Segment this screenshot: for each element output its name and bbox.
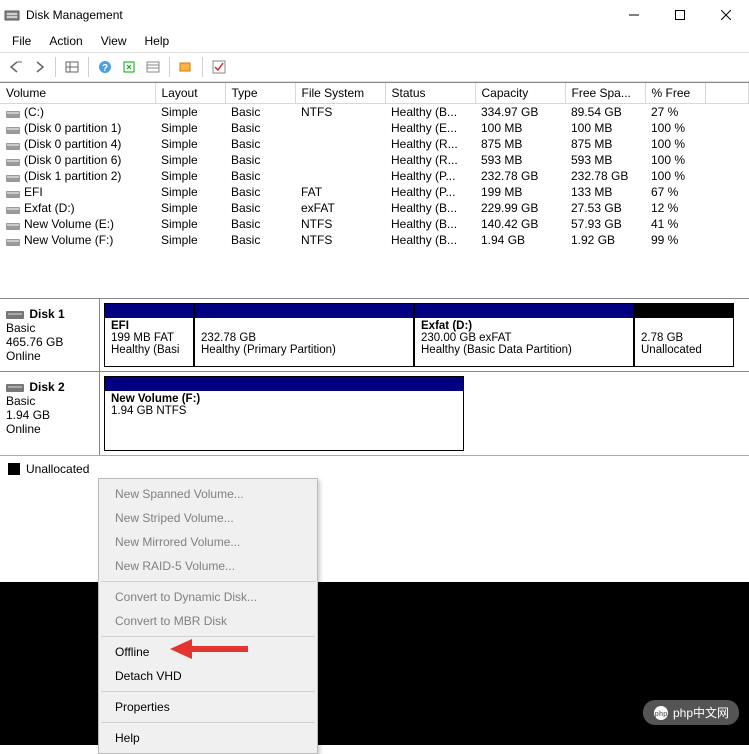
context-menu: New Spanned Volume... New Striped Volume… <box>98 478 318 754</box>
table-row[interactable]: New Volume (F:)SimpleBasicNTFSHealthy (B… <box>0 232 749 248</box>
checkbox-icon[interactable] <box>208 56 230 78</box>
table-row[interactable]: (Disk 0 partition 6)SimpleBasicHealthy (… <box>0 152 749 168</box>
ctx-convert-mbr: Convert to MBR Disk <box>99 609 317 633</box>
partition[interactable]: New Volume (F:) 1.94 GB NTFS <box>104 376 464 451</box>
col-capacity[interactable]: Capacity <box>475 83 565 104</box>
list-icon[interactable] <box>142 56 164 78</box>
ctx-detach-vhd[interactable]: Detach VHD <box>99 664 317 688</box>
col-pct[interactable]: % Free <box>645 83 705 104</box>
svg-text:?: ? <box>102 63 108 74</box>
menu-file[interactable]: File <box>4 32 39 50</box>
col-fs[interactable]: File System <box>295 83 385 104</box>
partition[interactable]: Exfat (D:) 230.00 GB exFAT Healthy (Basi… <box>414 303 634 367</box>
back-button[interactable] <box>4 56 26 78</box>
menu-action[interactable]: Action <box>41 32 90 50</box>
col-free[interactable]: Free Spa... <box>565 83 645 104</box>
ctx-new-mirrored: New Mirrored Volume... <box>99 530 317 554</box>
window-title: Disk Management <box>26 8 123 22</box>
app-icon <box>4 7 20 23</box>
disk-icon <box>6 382 24 394</box>
svg-text:php: php <box>655 711 668 718</box>
disk-row[interactable]: Disk 2 Basic 1.94 GB Online New Volume (… <box>0 372 749 455</box>
ctx-new-raid5: New RAID-5 Volume... <box>99 554 317 578</box>
ctx-help[interactable]: Help <box>99 726 317 750</box>
col-volume[interactable]: Volume <box>0 83 155 104</box>
annotation-arrow-icon <box>170 636 250 665</box>
refresh-icon[interactable] <box>118 56 140 78</box>
disk-graphical-view: Disk 1 Basic 465.76 GB Online EFI 199 MB… <box>0 298 749 482</box>
titlebar: Disk Management <box>0 0 749 30</box>
disk-row[interactable]: Disk 1 Basic 465.76 GB Online EFI 199 MB… <box>0 299 749 372</box>
ctx-new-striped: New Striped Volume... <box>99 506 317 530</box>
menu-view[interactable]: View <box>93 32 135 50</box>
col-type[interactable]: Type <box>225 83 295 104</box>
disk-icon <box>6 309 24 321</box>
table-row[interactable]: (Disk 0 partition 1)SimpleBasicHealthy (… <box>0 120 749 136</box>
minimize-button[interactable] <box>611 0 657 30</box>
show-hide-button[interactable] <box>61 56 83 78</box>
watermark: php php中文网 <box>643 700 739 725</box>
table-row[interactable]: (Disk 1 partition 2)SimpleBasicHealthy (… <box>0 168 749 184</box>
partition-unallocated[interactable]: 2.78 GB Unallocated <box>634 303 734 367</box>
close-button[interactable] <box>703 0 749 30</box>
table-row[interactable]: (Disk 0 partition 4)SimpleBasicHealthy (… <box>0 136 749 152</box>
col-status[interactable]: Status <box>385 83 475 104</box>
partition[interactable]: EFI 199 MB FAT Healthy (Basi <box>104 303 194 367</box>
menubar: File Action View Help <box>0 30 749 52</box>
menu-help[interactable]: Help <box>137 32 178 50</box>
table-row[interactable]: (C:)SimpleBasicNTFSHealthy (B...334.97 G… <box>0 104 749 121</box>
legend-label: Unallocated <box>26 462 89 476</box>
forward-button[interactable] <box>28 56 50 78</box>
partition[interactable]: 232.78 GB Healthy (Primary Partition) <box>194 303 414 367</box>
maximize-button[interactable] <box>657 0 703 30</box>
table-row[interactable]: EFISimpleBasicFATHealthy (P...199 MB133 … <box>0 184 749 200</box>
toolbar: ? <box>0 52 749 82</box>
volume-list: Volume Layout Type File System Status Ca… <box>0 82 749 248</box>
disk-name: Disk 2 <box>29 380 64 394</box>
settings-icon[interactable] <box>175 56 197 78</box>
help-icon[interactable]: ? <box>94 56 116 78</box>
col-layout[interactable]: Layout <box>155 83 225 104</box>
php-logo-icon: php <box>653 705 669 721</box>
disk-name: Disk 1 <box>29 307 64 321</box>
table-row[interactable]: New Volume (E:)SimpleBasicNTFSHealthy (B… <box>0 216 749 232</box>
table-row[interactable]: Exfat (D:)SimpleBasicexFATHealthy (B...2… <box>0 200 749 216</box>
ctx-properties[interactable]: Properties <box>99 695 317 719</box>
ctx-new-spanned: New Spanned Volume... <box>99 482 317 506</box>
legend-swatch <box>8 463 20 475</box>
ctx-convert-dynamic: Convert to Dynamic Disk... <box>99 585 317 609</box>
